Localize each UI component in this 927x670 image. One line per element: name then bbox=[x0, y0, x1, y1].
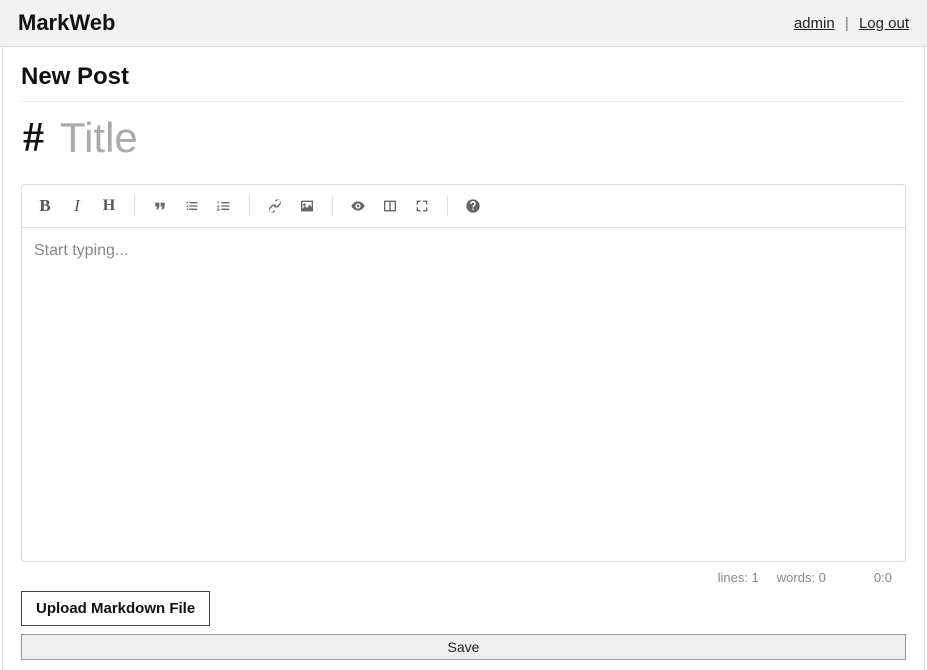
cursor-position: 0:0 bbox=[874, 570, 892, 585]
save-button[interactable]: Save bbox=[21, 634, 906, 660]
title-row: # bbox=[21, 114, 906, 162]
toolbar-separator bbox=[134, 196, 135, 216]
heading-button[interactable]: H bbox=[96, 193, 122, 219]
fullscreen-button[interactable] bbox=[409, 193, 435, 219]
unordered-list-button[interactable] bbox=[179, 193, 205, 219]
italic-button[interactable]: I bbox=[64, 193, 90, 219]
hash-icon: # bbox=[23, 114, 44, 162]
side-by-side-button[interactable] bbox=[377, 193, 403, 219]
editor-toolbar: B I H bbox=[22, 185, 905, 228]
quote-button[interactable] bbox=[147, 193, 173, 219]
toolbar-separator bbox=[447, 196, 448, 216]
toolbar-separator bbox=[249, 196, 250, 216]
toolbar-separator bbox=[332, 196, 333, 216]
image-button[interactable] bbox=[294, 193, 320, 219]
logout-link[interactable]: Log out bbox=[859, 15, 909, 32]
content-textarea[interactable] bbox=[34, 242, 893, 542]
user-links: admin | Log out bbox=[794, 15, 909, 32]
title-input[interactable] bbox=[60, 114, 906, 162]
preview-button[interactable] bbox=[345, 193, 371, 219]
link-separator: | bbox=[845, 15, 849, 32]
page-title: New Post bbox=[21, 63, 906, 102]
brand-logo[interactable]: MarkWeb bbox=[18, 10, 115, 36]
upload-markdown-button[interactable]: Upload Markdown File bbox=[21, 591, 210, 626]
bold-button[interactable]: B bbox=[32, 193, 58, 219]
lines-count: lines: 1 bbox=[718, 570, 759, 585]
editor-status-bar: lines: 1 words: 0 0:0 bbox=[21, 562, 906, 591]
admin-link[interactable]: admin bbox=[794, 15, 835, 32]
editor-body bbox=[22, 228, 905, 561]
link-button[interactable] bbox=[262, 193, 288, 219]
help-button[interactable] bbox=[460, 193, 486, 219]
ordered-list-button[interactable] bbox=[211, 193, 237, 219]
top-bar: MarkWeb admin | Log out bbox=[0, 0, 927, 47]
markdown-editor: B I H bbox=[21, 184, 906, 562]
words-count: words: 0 bbox=[777, 570, 826, 585]
main-content: New Post # B I H bbox=[2, 47, 925, 670]
